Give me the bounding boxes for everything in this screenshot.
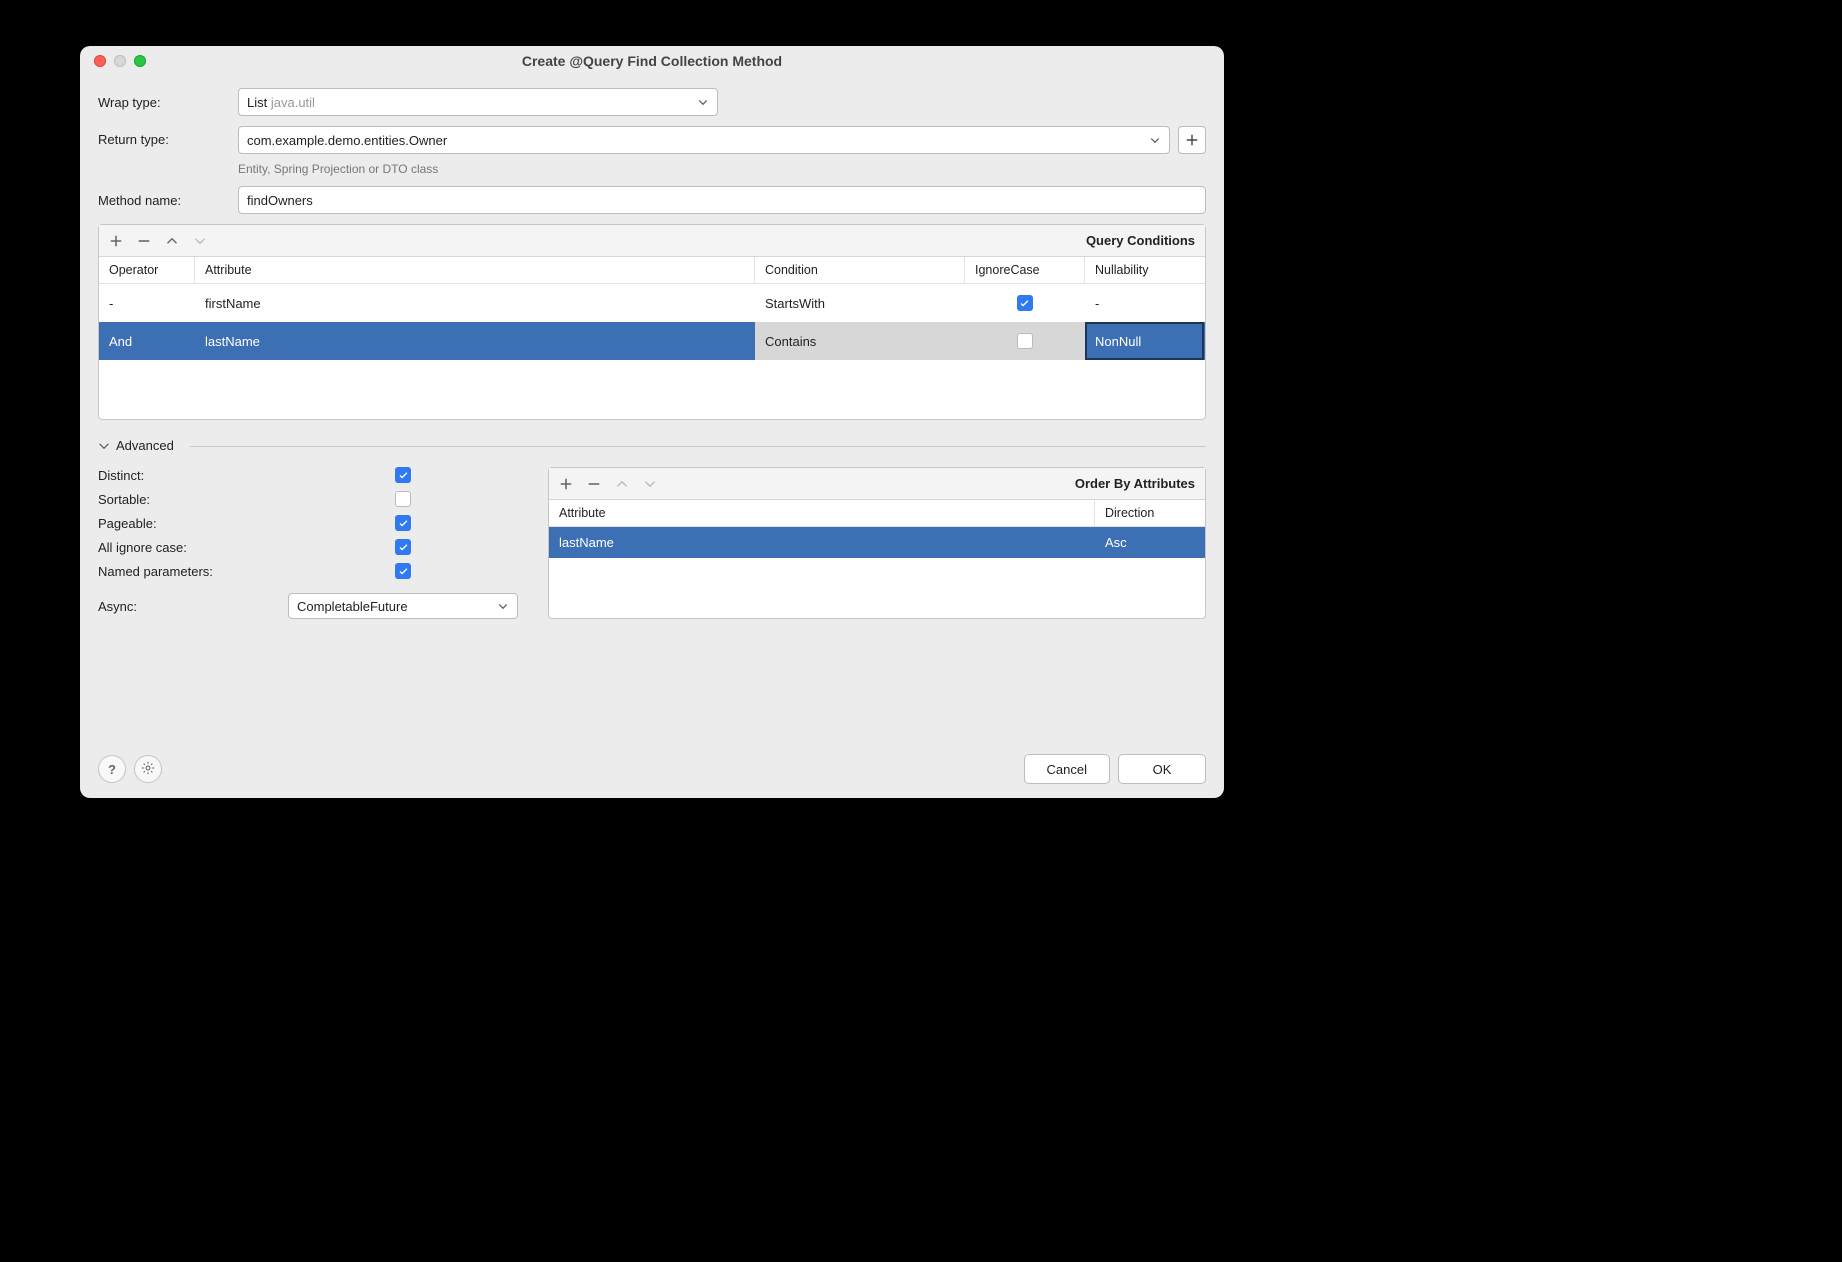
order-toolbar: Order By Attributes: [549, 468, 1205, 500]
cell-operator: And: [99, 322, 195, 360]
table-row[interactable]: And lastName Contains NonNull: [99, 322, 1205, 360]
sortable-checkbox[interactable]: [395, 491, 411, 507]
wrap-type-package: java.util: [271, 95, 315, 110]
dialog-body: Wrap type: List java.util Return type: c…: [80, 76, 1224, 798]
method-name-row: Method name: findOwners: [98, 186, 1206, 214]
distinct-label: Distinct:: [98, 468, 288, 483]
return-type-label: Return type:: [98, 126, 238, 147]
help-button[interactable]: ?: [98, 755, 126, 783]
conditions-body: - firstName StartsWith - And lastName Co…: [99, 284, 1205, 419]
return-type-value: com.example.demo.entities.Owner: [247, 133, 447, 148]
remove-row-button[interactable]: [137, 234, 151, 248]
order-body: lastName Asc: [549, 527, 1205, 618]
all-ignore-case-checkbox[interactable]: [395, 539, 411, 555]
advanced-area: Distinct: Sortable: Pageable: All ignore…: [98, 467, 1206, 619]
th-ignorecase: IgnoreCase: [965, 257, 1085, 284]
distinct-checkbox[interactable]: [395, 467, 411, 483]
checkbox-on-icon: [1017, 295, 1033, 311]
cell-operator: -: [99, 284, 195, 322]
order-header: Attribute Direction: [549, 500, 1205, 527]
add-row-button[interactable]: [559, 477, 573, 491]
add-return-type-button[interactable]: [1178, 126, 1206, 154]
advanced-title: Advanced: [116, 438, 174, 453]
cell-condition: StartsWith: [755, 284, 965, 322]
cell-attribute: firstName: [195, 284, 755, 322]
all-ignore-case-label: All ignore case:: [98, 540, 288, 555]
ok-button[interactable]: OK: [1118, 754, 1206, 784]
sortable-label: Sortable:: [98, 492, 288, 507]
move-up-button[interactable]: [615, 477, 629, 491]
th-operator: Operator: [99, 257, 195, 284]
cell-order-direction: Asc: [1095, 527, 1205, 558]
method-name-value: findOwners: [247, 193, 313, 208]
chevron-down-icon: [1147, 132, 1163, 148]
dialog-footer: ? Cancel OK: [98, 742, 1206, 784]
cell-condition: Contains: [755, 322, 965, 360]
cell-attribute: lastName: [195, 322, 755, 360]
conditions-header: Operator Attribute Condition IgnoreCase …: [99, 257, 1205, 284]
pageable-label: Pageable:: [98, 516, 288, 531]
cell-order-attribute: lastName: [549, 527, 1095, 558]
gear-icon: [141, 761, 155, 778]
conditions-toolbar: Query Conditions: [99, 225, 1205, 257]
cell-nullability: -: [1085, 284, 1205, 322]
order-by-area: Order By Attributes Attribute Direction …: [548, 467, 1206, 619]
conditions-title: Query Conditions: [1086, 233, 1195, 248]
chevron-down-icon: [695, 94, 711, 110]
async-select[interactable]: CompletableFuture: [288, 593, 518, 619]
wrap-type-combo[interactable]: List java.util: [238, 88, 718, 116]
cancel-button[interactable]: Cancel: [1024, 754, 1110, 784]
add-row-button[interactable]: [109, 234, 123, 248]
async-value: CompletableFuture: [297, 599, 408, 614]
method-name-label: Method name:: [98, 193, 238, 208]
expand-arrow-icon: [98, 440, 110, 452]
named-parameters-checkbox[interactable]: [395, 563, 411, 579]
cell-ignorecase[interactable]: [965, 322, 1085, 360]
return-type-hint: Entity, Spring Projection or DTO class: [238, 162, 1206, 176]
cell-nullability: NonNull: [1085, 322, 1205, 360]
return-type-row: Return type: com.example.demo.entities.O…: [98, 126, 1206, 176]
return-type-combo[interactable]: com.example.demo.entities.Owner: [238, 126, 1170, 154]
method-name-input[interactable]: findOwners: [238, 186, 1206, 214]
move-down-button[interactable]: [643, 477, 657, 491]
cell-ignorecase[interactable]: [965, 284, 1085, 322]
th-order-attribute: Attribute: [549, 500, 1095, 527]
th-attribute: Attribute: [195, 257, 755, 284]
dialog-window: Create @Query Find Collection Method Wra…: [80, 46, 1224, 798]
move-up-button[interactable]: [165, 234, 179, 248]
dialog-title: Create @Query Find Collection Method: [80, 53, 1224, 69]
order-by-title: Order By Attributes: [1075, 476, 1195, 491]
settings-button[interactable]: [134, 755, 162, 783]
order-by-panel: Order By Attributes Attribute Direction …: [548, 467, 1206, 619]
query-conditions-panel: Query Conditions Operator Attribute Cond…: [98, 224, 1206, 420]
wrap-type-value: List: [247, 95, 267, 110]
th-order-direction: Direction: [1095, 500, 1205, 527]
separator-line: [190, 446, 1206, 447]
titlebar: Create @Query Find Collection Method: [80, 46, 1224, 76]
advanced-header[interactable]: Advanced: [98, 438, 1206, 453]
advanced-options: Distinct: Sortable: Pageable: All ignore…: [98, 467, 518, 619]
table-row[interactable]: lastName Asc: [549, 527, 1205, 558]
checkbox-off-icon: [1017, 333, 1033, 349]
wrap-type-row: Wrap type: List java.util: [98, 88, 1206, 116]
chevron-down-icon: [495, 598, 511, 614]
move-down-button[interactable]: [193, 234, 207, 248]
th-condition: Condition: [755, 257, 965, 284]
remove-row-button[interactable]: [587, 477, 601, 491]
pageable-checkbox[interactable]: [395, 515, 411, 531]
async-label: Async:: [98, 599, 288, 614]
th-nullability: Nullability: [1085, 257, 1205, 284]
table-row[interactable]: - firstName StartsWith -: [99, 284, 1205, 322]
named-parameters-label: Named parameters:: [98, 564, 288, 579]
wrap-type-label: Wrap type:: [98, 95, 238, 110]
